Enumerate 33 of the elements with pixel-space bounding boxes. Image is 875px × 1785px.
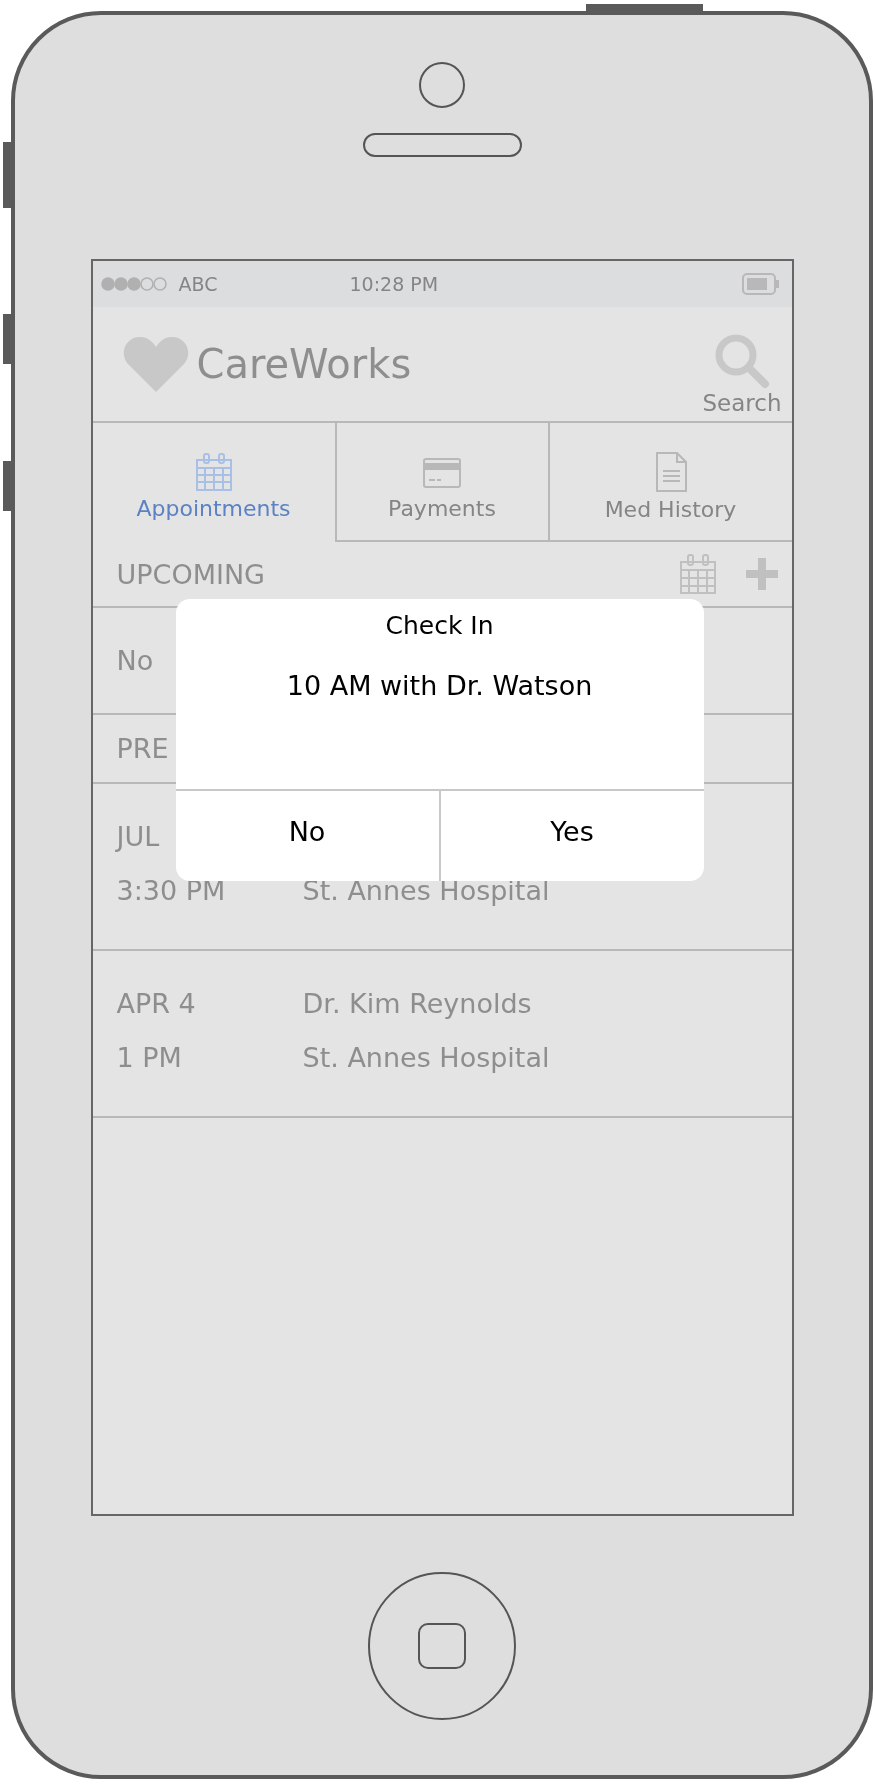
empty-message: No: [116, 645, 154, 676]
search-button[interactable]: Search: [702, 332, 782, 416]
dialog-message: 10 AM with Dr. Watson: [286, 670, 593, 701]
side-key[interactable]: [3, 142, 12, 208]
tab[interactable]: Med History: [547, 423, 792, 542]
appointment-row[interactable]: APR 4 Dr. Kim Reynolds 1 PM St. Annes Hospital: [92, 951, 792, 1118]
home-square-icon: [418, 1623, 466, 1669]
heart-logo-icon: [122, 335, 189, 393]
section-heading: UPCOMING: [116, 558, 267, 590]
side-key[interactable]: [3, 314, 12, 364]
appointment-time: 1 PM: [116, 1041, 183, 1075]
tab[interactable]: Appointments: [92, 423, 335, 542]
add-button[interactable]: [743, 556, 780, 592]
clock-time: 10:28 PM: [349, 273, 440, 295]
calendar-button[interactable]: [677, 553, 718, 595]
power-key[interactable]: [586, 4, 703, 12]
hospital-name: St. Annes Hospital: [302, 1041, 551, 1075]
doctor-name: Dr. Kim Reynolds: [302, 987, 533, 1021]
camera-lens: [419, 62, 465, 108]
dialog-button[interactable]: Yes: [438, 791, 704, 881]
carrier-name: ABC: [178, 273, 218, 295]
search-icon: [713, 332, 771, 390]
calendar-icon: [677, 553, 718, 595]
battery-icon: [741, 273, 780, 295]
app-name: CareWorks: [196, 341, 413, 387]
section-heading: PRE: [116, 733, 170, 764]
calendar-icon: [193, 452, 234, 492]
appointment-date: APR 4: [116, 987, 197, 1021]
tab[interactable]: Payments: [334, 423, 548, 542]
dialog-title: Check In: [385, 611, 494, 640]
plus-icon: [743, 556, 780, 592]
side-key[interactable]: [3, 461, 12, 511]
home-button[interactable]: [368, 1572, 516, 1720]
